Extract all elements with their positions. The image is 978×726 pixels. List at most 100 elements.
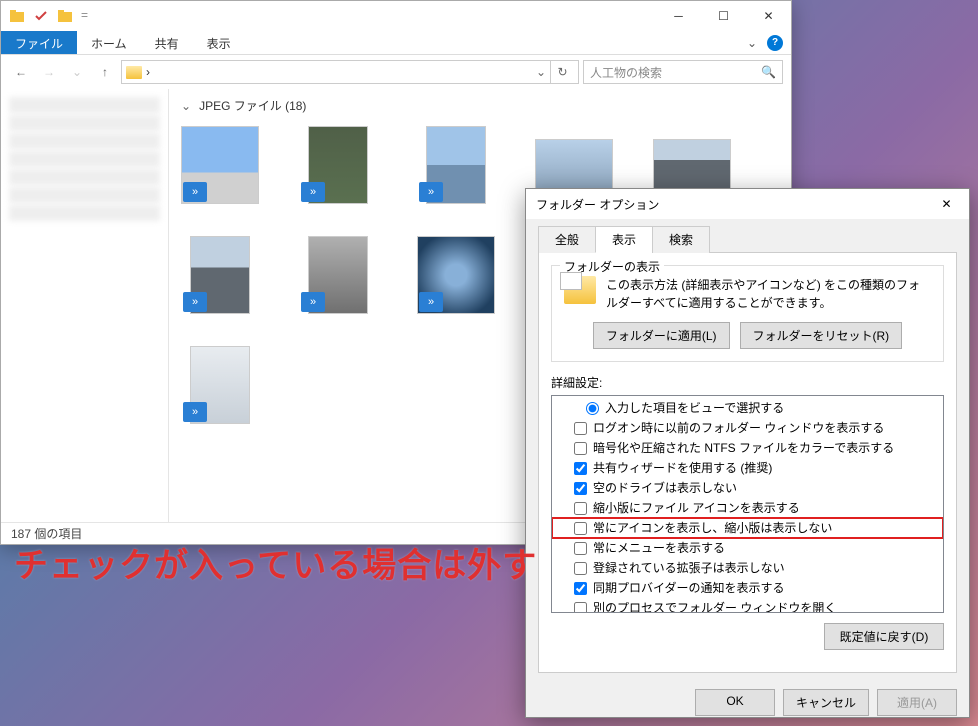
radio-input[interactable]: [586, 402, 599, 415]
setting-label: ログオン時に以前のフォルダー ウィンドウを表示する: [593, 419, 884, 437]
tab-view[interactable]: 表示: [595, 226, 653, 253]
setting-label: 常にアイコンを表示し、縮小版は表示しない: [593, 519, 832, 537]
nav-history-button[interactable]: ⌄: [65, 60, 89, 84]
search-icon[interactable]: 🔍: [761, 65, 776, 79]
advanced-setting-item[interactable]: 共有ウィザードを使用する (推奨): [552, 458, 943, 478]
nav-forward-button[interactable]: →: [37, 60, 61, 84]
address-dropdown-icon[interactable]: ⌄: [536, 65, 546, 79]
apply-button[interactable]: 適用(A): [877, 689, 957, 716]
setting-label: 暗号化や圧縮された NTFS ファイルをカラーで表示する: [593, 439, 894, 457]
badge-icon: »: [183, 292, 207, 312]
folder-view-icon: [564, 276, 596, 304]
search-placeholder: 人工物の検索: [590, 64, 662, 81]
advanced-setting-item[interactable]: 同期プロバイダーの通知を表示する: [552, 578, 943, 598]
advanced-settings-list[interactable]: 入力した項目をビューで選択するログオン時に以前のフォルダー ウィンドウを表示する…: [551, 395, 944, 613]
ribbon-tab-share[interactable]: 共有: [141, 31, 193, 54]
dialog-tab-pane: フォルダーの表示 この表示方法 (詳細表示やアイコンなど) をこの種類のフォルダ…: [538, 253, 957, 673]
breadcrumb[interactable]: ›: [146, 65, 150, 79]
title-sep: =: [81, 8, 88, 24]
advanced-setting-item[interactable]: 空のドライブは表示しない: [552, 478, 943, 498]
sidebar-item[interactable]: [9, 151, 160, 167]
list-item[interactable]: »: [299, 126, 377, 204]
setting-label: 常にメニューを表示する: [593, 539, 725, 557]
sidebar-item[interactable]: [9, 169, 160, 185]
refresh-button[interactable]: ↻: [550, 61, 574, 83]
setting-label: 空のドライブは表示しない: [593, 479, 737, 497]
check-icon: [33, 8, 49, 24]
badge-icon: »: [183, 182, 207, 202]
badge-icon: »: [419, 182, 443, 202]
dialog-titlebar[interactable]: フォルダー オプション ✕: [526, 189, 969, 219]
ribbon-tab-home[interactable]: ホーム: [77, 31, 141, 54]
tab-search[interactable]: 検索: [652, 226, 710, 253]
checkbox-input[interactable]: [574, 422, 587, 435]
dialog-tabs: 全般 表示 検索: [538, 225, 957, 253]
sidebar-item[interactable]: [9, 187, 160, 203]
advanced-setting-item[interactable]: 登録されている拡張子は表示しない: [552, 558, 943, 578]
help-icon[interactable]: ?: [767, 35, 783, 51]
folder-icon: [57, 8, 73, 24]
folder-options-dialog: フォルダー オプション ✕ 全般 表示 検索 フォルダーの表示 この表示方法 (…: [525, 188, 970, 718]
setting-label: 別のプロセスでフォルダー ウィンドウを開く: [593, 599, 836, 613]
maximize-button[interactable]: ☐: [701, 1, 746, 31]
advanced-setting-item[interactable]: ログオン時に以前のフォルダー ウィンドウを表示する: [552, 418, 943, 438]
advanced-setting-item[interactable]: 入力した項目をビューで選択する: [552, 398, 943, 418]
list-item[interactable]: »: [299, 236, 377, 314]
nav-back-button[interactable]: ←: [9, 60, 33, 84]
badge-icon: »: [301, 292, 325, 312]
advanced-setting-item[interactable]: 常にアイコンを表示し、縮小版は表示しない: [552, 518, 943, 538]
apply-to-folders-button[interactable]: フォルダーに適用(L): [593, 322, 730, 349]
reset-folders-button[interactable]: フォルダーをリセット(R): [740, 322, 903, 349]
checkbox-input[interactable]: [574, 442, 587, 455]
list-item[interactable]: »: [417, 126, 495, 204]
close-button[interactable]: ✕: [746, 1, 791, 31]
list-item[interactable]: »: [181, 236, 259, 314]
advanced-setting-item[interactable]: 別のプロセスでフォルダー ウィンドウを開く: [552, 598, 943, 613]
ribbon-collapse-icon[interactable]: ⌄: [747, 36, 757, 50]
ribbon-tab-view[interactable]: 表示: [193, 31, 245, 54]
ok-button[interactable]: OK: [695, 689, 775, 716]
badge-icon: »: [183, 402, 207, 422]
sidebar[interactable]: [1, 89, 169, 522]
badge-icon: »: [301, 182, 325, 202]
group-header[interactable]: ⌄ JPEG ファイル (18): [181, 97, 779, 114]
dialog-title: フォルダー オプション: [536, 196, 659, 213]
badge-icon: »: [419, 292, 443, 312]
sidebar-item[interactable]: [9, 205, 160, 221]
list-item[interactable]: »: [181, 126, 259, 204]
list-item[interactable]: »: [181, 346, 259, 424]
minimize-button[interactable]: ─: [656, 1, 701, 31]
checkbox-input[interactable]: [574, 502, 587, 515]
titlebar[interactable]: = ─ ☐ ✕: [1, 1, 791, 31]
checkbox-input[interactable]: [574, 462, 587, 475]
setting-label: 入力した項目をビューで選択する: [605, 399, 784, 417]
checkbox-input[interactable]: [574, 602, 587, 614]
tab-general[interactable]: 全般: [538, 226, 596, 253]
sidebar-item[interactable]: [9, 133, 160, 149]
ribbon-tab-file[interactable]: ファイル: [1, 31, 77, 54]
dialog-close-button[interactable]: ✕: [924, 189, 969, 219]
checkbox-input[interactable]: [574, 482, 587, 495]
advanced-setting-item[interactable]: 縮小版にファイル アイコンを表示する: [552, 498, 943, 518]
nav-up-button[interactable]: ↑: [93, 60, 117, 84]
advanced-setting-item[interactable]: 常にメニューを表示する: [552, 538, 943, 558]
setting-label: 同期プロバイダーの通知を表示する: [593, 579, 785, 597]
advanced-label: 詳細設定:: [551, 374, 944, 391]
qat: =: [1, 8, 88, 24]
search-input[interactable]: 人工物の検索 🔍: [583, 60, 783, 84]
checkbox-input[interactable]: [574, 522, 587, 535]
chevron-down-icon[interactable]: ⌄: [181, 99, 191, 113]
reset-defaults-button[interactable]: 既定値に戻す(D): [824, 623, 944, 650]
advanced-setting-item[interactable]: 暗号化や圧縮された NTFS ファイルをカラーで表示する: [552, 438, 943, 458]
cancel-button[interactable]: キャンセル: [783, 689, 869, 716]
list-item[interactable]: »: [417, 236, 495, 314]
address-bar[interactable]: › ⌄ ↻: [121, 60, 579, 84]
checkbox-input[interactable]: [574, 542, 587, 555]
window-controls: ─ ☐ ✕: [656, 1, 791, 31]
sidebar-item[interactable]: [9, 97, 160, 113]
setting-label: 登録されている拡張子は表示しない: [593, 559, 785, 577]
checkbox-input[interactable]: [574, 582, 587, 595]
annotation-text: チェックが入っている場合は外す: [14, 538, 537, 587]
sidebar-item[interactable]: [9, 115, 160, 131]
checkbox-input[interactable]: [574, 562, 587, 575]
